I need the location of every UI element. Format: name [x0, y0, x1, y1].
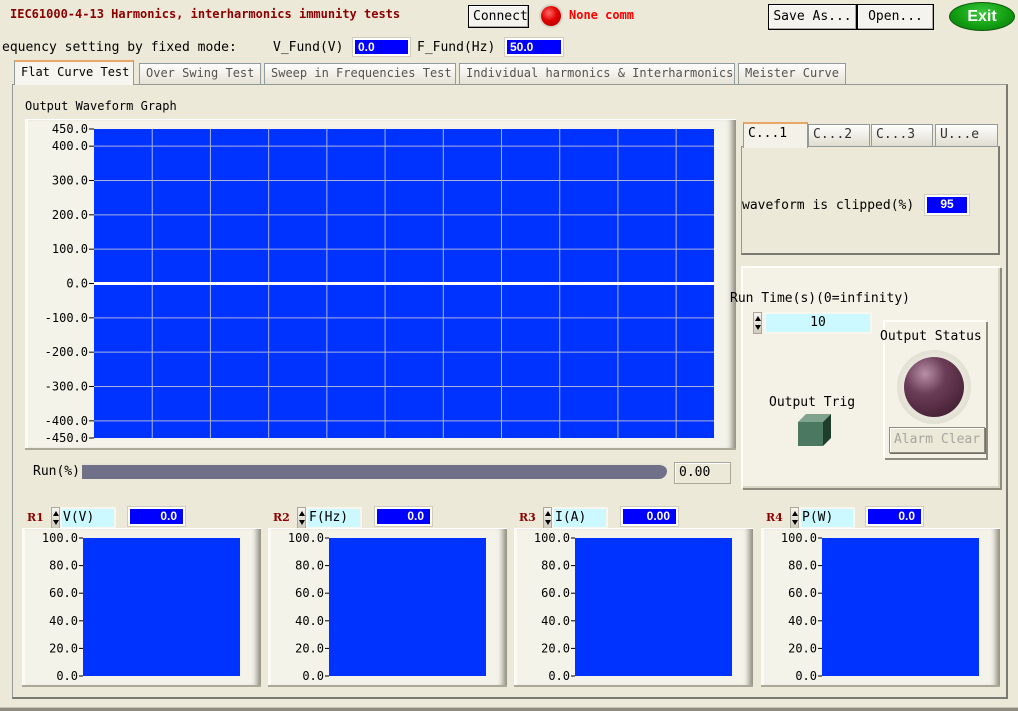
readout-r3-spinner[interactable]: [543, 507, 552, 529]
y-tick-label: 80.0: [295, 559, 324, 573]
readout-r3-id: R3: [519, 511, 536, 524]
readout-r2-chart: 100.0 80.0 60.0 40.0 20.0 0.0: [288, 531, 486, 683]
readout-r4-spinner[interactable]: [790, 507, 799, 529]
y-tick-label: 20.0: [295, 641, 324, 655]
plot-area: [329, 538, 486, 676]
y-tick-label: 0.0: [795, 669, 817, 683]
y-tick-label: 20.0: [49, 641, 78, 655]
plot-area: [575, 538, 732, 676]
y-tick-label: 300.0: [52, 174, 88, 188]
run-progress-bar: [82, 463, 667, 479]
save-as-button[interactable]: Save As...: [768, 4, 857, 30]
plot-area: [83, 538, 240, 676]
y-tick-label: -300.0: [45, 380, 88, 394]
y-tick-label: 0.0: [56, 669, 78, 683]
clipped-label: waveform is clipped(%): [742, 198, 915, 213]
readout-r2-id: R2: [273, 511, 290, 524]
y-tick-label: 100.0: [42, 531, 78, 545]
waveform-graph: 450.0 400.0 300.0 200.0 100.0 0.0 -100.0 -200.0…: [45, 122, 714, 445]
y-tick-label: 100.0: [781, 531, 817, 545]
readout-r4-id: R4: [766, 511, 783, 524]
y-tick-label: 100.0: [288, 531, 324, 545]
tab-sweep-in-frequencies-test[interactable]: Sweep in Frequencies Test: [264, 63, 456, 84]
output-status-led-icon: [904, 357, 964, 417]
y-tick-label: 450.0: [52, 122, 88, 136]
f-fund-label: F_Fund(Hz): [417, 40, 496, 55]
y-tick-label: 60.0: [49, 586, 78, 600]
readout-r1-value: 0.0: [128, 507, 185, 526]
window-title: IEC61000-4-13 Harmonics, interharmonics …: [10, 7, 401, 21]
y-tick-label: 100.0: [534, 531, 570, 545]
waveform-graph-label: Output Waveform Graph: [25, 99, 177, 113]
tab-flat-curve-test[interactable]: Flat Curve Test: [14, 60, 134, 85]
readout-r1-quantity[interactable]: V(V): [60, 507, 116, 529]
readout-r4-value: 0.0: [866, 507, 923, 526]
y-tick-label: -100.0: [45, 311, 88, 325]
readout-r1-chart: 100.0 80.0 60.0 40.0 20.0 0.0: [42, 531, 240, 683]
readout-r2-value: 0.0: [375, 507, 432, 526]
y-tick-label: 80.0: [788, 559, 817, 573]
readout-r2-spinner[interactable]: [297, 507, 306, 529]
f-fund-input[interactable]: 50.0: [505, 38, 563, 56]
output-trig-label: Output Trig: [769, 395, 856, 410]
subtab-ue[interactable]: U...e: [935, 124, 998, 146]
readout-r1-spinner[interactable]: [51, 507, 60, 529]
readout-r1-id: R1: [27, 511, 44, 524]
exit-button[interactable]: Exit: [949, 2, 1015, 31]
connection-led-icon: [541, 6, 561, 26]
y-tick-label: 200.0: [52, 208, 88, 222]
connection-status: None comm: [569, 8, 635, 22]
y-tick-label: 60.0: [295, 586, 324, 600]
y-tick-label: 100.0: [52, 242, 88, 256]
frequency-setting-label: equency setting by fixed mode:: [2, 40, 237, 55]
y-tick-label: 40.0: [49, 614, 78, 628]
y-tick-label: 60.0: [788, 586, 817, 600]
readout-r3-chart: 100.0 80.0 60.0 40.0 20.0 0.0: [534, 531, 732, 683]
v-fund-label: V_Fund(V): [273, 40, 344, 55]
y-tick-label: 400.0: [52, 139, 88, 153]
output-status-label: Output Status: [880, 329, 982, 344]
bottom-divider: [0, 707, 1018, 711]
tab-meister-curve[interactable]: Meister Curve: [738, 63, 846, 84]
plot-area: [822, 538, 979, 676]
y-tick-label: 60.0: [541, 586, 570, 600]
y-tick-label: -400.0: [45, 414, 88, 428]
run-time-input[interactable]: 10: [764, 312, 872, 334]
readout-r4-quantity[interactable]: P(W): [799, 507, 855, 529]
subtab-c2[interactable]: C...2: [808, 124, 870, 146]
y-tick-label: -450.0: [45, 431, 88, 445]
readout-r3-quantity[interactable]: I(A): [552, 507, 608, 529]
readout-r4-chart: 100.0 80.0 60.0 40.0 20.0 0.0: [781, 531, 979, 683]
y-tick-label: 80.0: [49, 559, 78, 573]
run-time-label: Run Time(s)(0=infinity): [730, 291, 911, 306]
subtab-c1[interactable]: C...1: [743, 122, 808, 148]
y-tick-label: 40.0: [295, 614, 324, 628]
y-tick-label: 40.0: [788, 614, 817, 628]
run-percent-value: 0.00: [674, 462, 731, 484]
readout-r2-quantity[interactable]: F(Hz): [306, 507, 362, 529]
y-tick-label: 0.0: [66, 277, 88, 291]
connect-button[interactable]: Connect: [468, 5, 529, 28]
y-tick-label: 20.0: [788, 641, 817, 655]
readout-r3-value: 0.00: [621, 507, 678, 526]
alarm-clear-button[interactable]: Alarm Clear: [889, 427, 985, 453]
run-percent-label: Run(%): [33, 464, 80, 479]
run-time-spinner[interactable]: [753, 312, 762, 334]
y-tick-label: 80.0: [541, 559, 570, 573]
output-trig-button[interactable]: [798, 414, 831, 446]
y-tick-label: -200.0: [45, 345, 88, 359]
y-tick-label: 20.0: [541, 641, 570, 655]
v-fund-input[interactable]: 0.0: [353, 38, 410, 56]
y-tick-label: 40.0: [541, 614, 570, 628]
clipped-value: 95: [925, 195, 969, 215]
y-tick-label: 0.0: [548, 669, 570, 683]
tab-individual-harmonics[interactable]: Individual harmonics & Interharmonics: [459, 63, 735, 84]
tab-over-swing-test[interactable]: Over Swing Test: [139, 63, 261, 84]
subtab-c3[interactable]: C...3: [871, 124, 933, 146]
y-tick-label: 0.0: [302, 669, 324, 683]
open-button[interactable]: Open...: [857, 4, 934, 30]
